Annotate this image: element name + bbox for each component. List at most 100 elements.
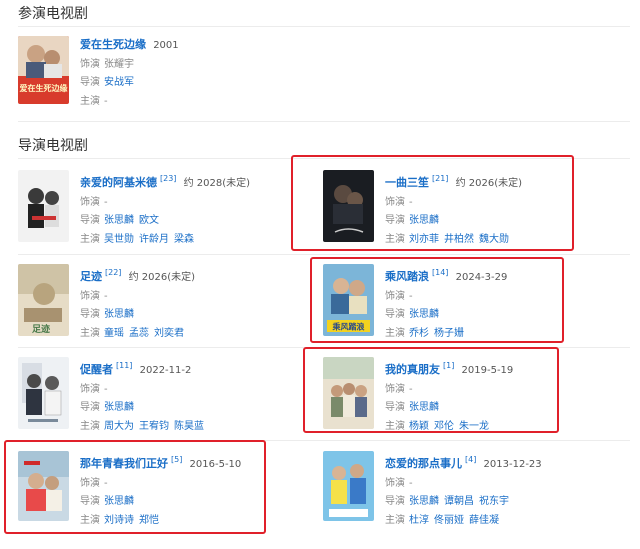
drama-title[interactable]: 乘风踏浪: [385, 270, 429, 283]
star-link[interactable]: 佟丽娅: [434, 515, 464, 526]
directed-item-card: 一曲三笙 [21] 约 2026(未定) 饰演 - 导演 张思麟 主演 刘亦菲 井柏然 魏大…: [323, 170, 623, 250]
poster-cuxing-image[interactable]: [18, 357, 69, 429]
star-row: 主演 刘诗诗 郑恺: [80, 512, 320, 531]
poster-zhenpengyou-image[interactable]: [323, 357, 374, 429]
directed-item-info: 乘风踏浪 [14] 2024-3-29 饰演 - 导演 张思麟 主演 乔杉 杨子姗: [385, 264, 625, 343]
director-row: 导演 张思麟: [385, 306, 625, 325]
star-link[interactable]: 刘诗诗: [104, 515, 134, 526]
star-link[interactable]: 许龄月: [139, 234, 169, 245]
cast-row: 饰演 -: [80, 475, 320, 494]
section-divider: [18, 121, 630, 122]
cast-value: 张耀宇: [104, 58, 134, 70]
star-link[interactable]: 井柏然: [444, 234, 474, 245]
star-link[interactable]: 孟蕊: [129, 328, 149, 339]
drama-title[interactable]: 足迹: [80, 270, 102, 283]
reference-link[interactable]: [22]: [105, 268, 121, 277]
release-date: 约 2026(未定): [128, 272, 196, 283]
reference-link[interactable]: [11]: [116, 361, 132, 370]
director-link[interactable]: 张思麟: [409, 215, 439, 226]
director-link[interactable]: 张思麟: [409, 496, 439, 507]
release-date: 2013-12-23: [483, 459, 542, 470]
poster-nanian-image[interactable]: [18, 451, 69, 521]
drama-title[interactable]: 我的真朋友: [385, 363, 440, 376]
director-link[interactable]: 张思麟: [104, 496, 134, 507]
row-divider: [18, 440, 630, 441]
poster-aizai-image[interactable]: 爱在生死边缘: [18, 36, 69, 104]
star-link[interactable]: 郑恺: [139, 515, 159, 526]
cast-value: -: [409, 383, 413, 395]
star-label: 主演: [80, 420, 100, 432]
poster-chengfeng-text: 乘风踏浪: [332, 322, 365, 332]
star-label: 主演: [385, 514, 405, 526]
star-row: 主演 刘亦菲 井柏然 魏大勋: [385, 231, 625, 250]
drama-title[interactable]: 那年青春我们正好: [80, 457, 168, 470]
directed-section-divider: [18, 158, 630, 159]
poster-zuji-image[interactable]: 足迹: [18, 264, 69, 336]
director-link[interactable]: 张思麟: [409, 309, 439, 320]
director-link[interactable]: 张思麟: [409, 402, 439, 413]
directed-item-info: 足迹 [22] 约 2026(未定) 饰演 - 导演 张思麟 主演 童瑶 孟蕊 刘奕君: [80, 264, 320, 343]
star-row: 主演 吴世勋 许龄月 梁森: [80, 231, 320, 250]
star-label: 主演: [80, 233, 100, 245]
star-link[interactable]: 乔杉: [409, 328, 429, 339]
director-row: 导演 张思麟: [80, 493, 320, 512]
star-link[interactable]: 梁森: [174, 234, 194, 245]
director-label: 导演: [80, 309, 100, 320]
row-divider: [18, 254, 630, 255]
star-link[interactable]: 杜淳: [409, 515, 429, 526]
directed-item-info: 恋爱的那点事儿 [4] 2013-12-23 饰演 - 导演 张思麟 谭朝昌 祝东宇 主演…: [385, 451, 625, 530]
poster-chengfeng-image[interactable]: 乘风踏浪: [323, 264, 374, 336]
director-link[interactable]: 欧文: [139, 215, 159, 226]
acted-item-year: 2001: [153, 40, 179, 51]
reference-link[interactable]: [23]: [160, 174, 176, 183]
cast-label: 饰演: [385, 290, 405, 302]
directed-item-info: 那年青春我们正好 [5] 2016-5-10 饰演 - 导演 张思麟 主演 刘诗诗 郑恺: [80, 451, 320, 530]
drama-title[interactable]: 亲爱的阿基米德: [80, 176, 157, 189]
director-label: 导演: [80, 402, 100, 413]
star-row: 主演 -: [80, 93, 320, 112]
director-label: 导演: [80, 215, 100, 226]
star-link[interactable]: 朱一龙: [459, 421, 489, 432]
star-link[interactable]: 刘奕君: [154, 328, 184, 339]
drama-title[interactable]: 恋爱的那点事儿: [385, 457, 462, 470]
director-link[interactable]: 祝东宇: [479, 496, 509, 507]
directed-item-card: 促醒者 [11] 2022-11-2 饰演 - 导演 张思麟 主演 周大为 王宥钧 陈昊蓝: [18, 357, 318, 437]
star-link[interactable]: 刘亦菲: [409, 234, 439, 245]
drama-title[interactable]: 一曲三笙: [385, 176, 429, 189]
star-link[interactable]: 童瑶: [104, 328, 124, 339]
reference-link[interactable]: [1]: [443, 361, 454, 370]
director-row: 导演 张思麟: [385, 399, 625, 418]
star-link[interactable]: 魏大勋: [479, 234, 509, 245]
star-link[interactable]: 薛佳凝: [469, 515, 499, 526]
reference-link[interactable]: [21]: [432, 174, 448, 183]
reference-link[interactable]: [4]: [465, 455, 476, 464]
star-link[interactable]: 杨子姗: [434, 328, 464, 339]
cast-label: 饰演: [385, 383, 405, 395]
star-link[interactable]: 邓伦: [434, 421, 454, 432]
star-row: 主演 周大为 王宥钧 陈昊蓝: [80, 418, 320, 437]
star-link[interactable]: 陈昊蓝: [174, 421, 204, 432]
acted-item-title[interactable]: 爱在生死边缘: [80, 38, 146, 51]
poster-lianai-image[interactable]: [323, 451, 374, 521]
star-link[interactable]: 杨颖: [409, 421, 429, 432]
star-link[interactable]: 周大为: [104, 421, 134, 432]
director-link[interactable]: 安战军: [104, 77, 134, 88]
poster-yiqu-image[interactable]: [323, 170, 374, 242]
director-label: 导演: [385, 309, 405, 320]
director-label: 导演: [385, 496, 405, 507]
reference-link[interactable]: [5]: [171, 455, 182, 464]
cast-row: 饰演 -: [80, 288, 320, 307]
release-date: 2022-11-2: [139, 365, 192, 376]
director-link[interactable]: 谭朝昌: [444, 496, 474, 507]
director-link[interactable]: 张思麟: [104, 309, 134, 320]
poster-qinaide-image[interactable]: [18, 170, 69, 242]
reference-link[interactable]: [14]: [432, 268, 448, 277]
release-date: 2019-5-19: [461, 365, 514, 376]
director-link[interactable]: 张思麟: [104, 402, 134, 413]
cast-row: 饰演 -: [385, 194, 625, 213]
drama-title[interactable]: 促醒者: [80, 363, 113, 376]
star-link[interactable]: 王宥钧: [139, 421, 169, 432]
director-link[interactable]: 张思麟: [104, 215, 134, 226]
star-link[interactable]: 吴世勋: [104, 234, 134, 245]
row-divider: [18, 347, 630, 348]
